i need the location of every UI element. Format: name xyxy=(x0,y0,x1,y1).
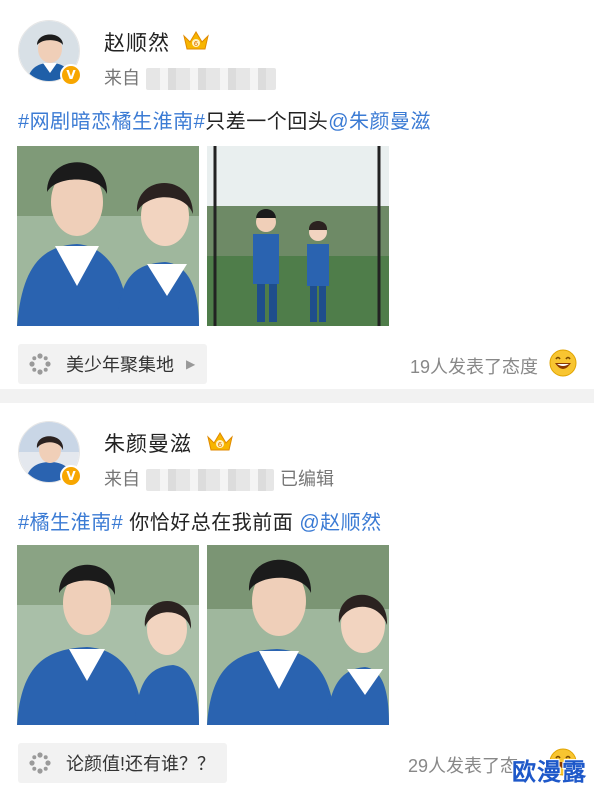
post-photo[interactable] xyxy=(17,545,199,725)
group-chip[interactable]: 论颜值!还有谁？？ xyxy=(18,743,228,783)
group-chip[interactable]: 美少年聚集地 ▶ xyxy=(18,344,208,384)
post-body-text: 只差一个回头 xyxy=(205,111,329,133)
topic-link[interactable]: #橘生淮南# xyxy=(18,512,123,534)
laughing-emoji-icon[interactable] xyxy=(548,348,578,378)
source-prefix: 来自 xyxy=(104,68,140,88)
post-body-text: 你恰好总在我前面 xyxy=(123,512,300,534)
username[interactable]: 赵顺然 xyxy=(104,27,170,57)
verified-badge-icon: V xyxy=(60,64,82,86)
mention-link[interactable]: @朱颜曼滋 xyxy=(328,111,431,133)
blurred-source xyxy=(146,68,276,91)
weibo-post: V 赵顺然 6 来自 #网剧暗恋橘生淮南#只差一个回头@朱颜曼滋 美少年聚集地 … xyxy=(0,0,594,397)
group-name: 美少年聚集地 xyxy=(66,355,174,375)
chevron-right-icon: ▶ xyxy=(186,357,196,371)
svg-text:6: 6 xyxy=(194,40,199,48)
mention-link[interactable]: @赵顺然 xyxy=(299,512,381,534)
post-photo[interactable] xyxy=(17,146,199,326)
source-prefix: 来自 xyxy=(104,469,140,489)
weibo-post: V 朱颜曼滋 6 来自 已编辑 #橘生淮南# 你恰好总在我前面 @赵顺然 论颜值… xyxy=(0,405,594,790)
post-photo[interactable] xyxy=(207,545,389,725)
svg-text:6: 6 xyxy=(218,441,223,449)
site-watermark: 欧漫露 xyxy=(512,759,587,786)
topic-link[interactable]: #网剧暗恋橘生淮南# xyxy=(18,111,205,133)
reaction-summary[interactable]: 19人发表了态度 xyxy=(410,353,538,379)
group-icon xyxy=(29,752,51,774)
blurred-source xyxy=(146,469,274,492)
verified-badge-icon: V xyxy=(60,465,82,487)
post-photo[interactable] xyxy=(207,146,389,326)
post-text: #网剧暗恋橘生淮南#只差一个回头@朱颜曼滋 xyxy=(18,105,576,134)
crown-vip-icon: 6 xyxy=(207,432,233,451)
username[interactable]: 朱颜曼滋 xyxy=(104,428,192,458)
post-source: 来自 已编辑 xyxy=(104,465,334,492)
reaction-summary[interactable]: 29人发表了态 xyxy=(408,752,518,778)
post-divider xyxy=(0,389,594,403)
group-name: 论颜值!还有谁？？ xyxy=(66,754,216,774)
post-source: 来自 xyxy=(104,64,276,91)
group-icon xyxy=(29,353,51,375)
post-text: #橘生淮南# 你恰好总在我前面 @赵顺然 xyxy=(18,506,576,535)
edited-label: 已编辑 xyxy=(280,469,334,489)
crown-vip-icon: 6 xyxy=(183,31,209,50)
